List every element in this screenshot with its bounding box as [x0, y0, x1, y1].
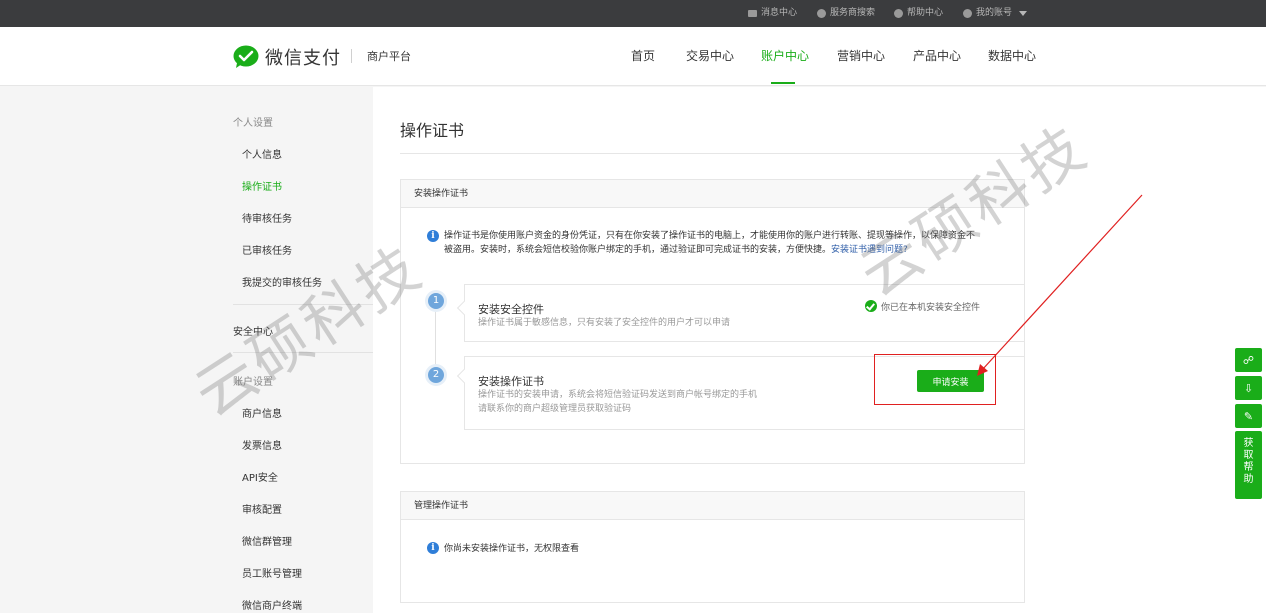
service-search-link[interactable]: 服务商搜索: [817, 0, 875, 27]
sidebar-item-pending-review[interactable]: 待审核任务: [242, 210, 292, 225]
sidebar-item-review-config[interactable]: 审核配置: [242, 501, 282, 516]
info-icon: i: [427, 542, 439, 554]
get-help-char: 取: [1243, 450, 1254, 461]
logo-text: 微信支付: [265, 48, 341, 69]
install-notice-line1: 操作证书是你使用账户资金的身份凭证，只有在你安装了操作证书的电脑上，才能使用你的…: [444, 231, 976, 241]
user-icon: [963, 9, 972, 18]
step-2-desc-line2: 请联系你的商户超级管理员获取验证码: [478, 404, 632, 414]
get-help-char: 获: [1243, 438, 1254, 449]
install-notice-line2-text: 被盗用。安装时，系统会短信校验你账户绑定的手机，通过验证即可完成证书的安装，方便…: [444, 245, 832, 255]
install-cert-card-title: 安装操作证书: [401, 180, 1024, 208]
message-center-link[interactable]: 消息中心: [748, 0, 797, 27]
sidebar-group-account: 账户设置: [233, 377, 273, 388]
sidebar-item-operation-cert[interactable]: 操作证书: [242, 178, 282, 193]
step-1-box: 安装安全控件 操作证书属于敏感信息，只有安装了安全控件的用户才可以申请 你已在本…: [456, 284, 1025, 342]
top-bar: 消息中心 服务商搜索 帮助中心 我的账号: [0, 0, 1266, 27]
sidebar-item-staff-accounts[interactable]: 员工账号管理: [242, 565, 302, 580]
sidebar-item-merchant-info[interactable]: 商户信息: [242, 405, 282, 420]
sidebar-item-invoice-info[interactable]: 发票信息: [242, 437, 282, 452]
edit-icon[interactable]: ✎: [1235, 404, 1262, 428]
check-circle-icon: [865, 300, 877, 312]
message-center-label: 消息中心: [761, 8, 798, 18]
nav-home[interactable]: 首页: [631, 47, 655, 64]
nav-active-underline: [771, 82, 795, 84]
sidebar-divider: [233, 304, 373, 305]
globe-icon: [817, 9, 826, 18]
sidebar-item-security-center[interactable]: 安全中心: [233, 323, 273, 338]
link-icon[interactable]: ☍: [1235, 348, 1262, 372]
my-account-menu[interactable]: 我的账号: [963, 0, 1028, 27]
nav-product-center[interactable]: 产品中心: [913, 47, 961, 64]
mail-icon: [748, 10, 757, 17]
get-help-char: 帮: [1243, 462, 1254, 473]
step-1-status: 你已在本机安装安全控件: [881, 303, 981, 313]
info-icon: i: [427, 230, 439, 242]
help-center-label: 帮助中心: [907, 8, 944, 18]
step-2-desc-line1: 操作证书的安装申请，系统会将短信验证码发送到商户帐号绑定的手机: [478, 390, 758, 400]
steps-connector: [435, 310, 436, 366]
get-help-char: 助: [1243, 474, 1254, 485]
nav-marketing-center[interactable]: 营销中心: [837, 47, 885, 64]
install-help-link[interactable]: 安装证书遇到问题?: [831, 245, 908, 255]
step-2-title: 安装操作证书: [478, 375, 544, 388]
sidebar-item-my-submitted[interactable]: 我提交的审核任务: [242, 274, 322, 289]
title-divider: [400, 153, 1025, 154]
sidebar-group-personal: 个人设置: [233, 118, 273, 129]
sidebar-item-reviewed[interactable]: 已审核任务: [242, 242, 292, 257]
sidebar-item-personal-info[interactable]: 个人信息: [242, 146, 282, 161]
get-help-button[interactable]: 获 取 帮 助: [1235, 431, 1262, 499]
caret-down-icon: [1019, 11, 1028, 16]
sidebar-divider: [233, 352, 373, 353]
install-notice-line2: 被盗用。安装时，系统会短信校验你账户绑定的手机，通过验证即可完成证书的安装，方便…: [444, 243, 999, 257]
wechat-pay-logo[interactable]: 微信支付: [233, 44, 341, 70]
manage-notice: 你尚未安装操作证书，无权限查看: [444, 544, 580, 554]
annotation-highlight-box: [874, 354, 996, 405]
step-1-number: 1: [428, 293, 444, 309]
step-1-desc: 操作证书属于敏感信息，只有安装了安全控件的用户才可以申请: [478, 318, 731, 328]
manage-cert-card-title: 管理操作证书: [401, 492, 1024, 520]
help-center-link[interactable]: 帮助中心: [894, 0, 943, 27]
nav-data-center[interactable]: 数据中心: [988, 47, 1036, 64]
logo-divider: [351, 49, 352, 63]
nav-trade-center[interactable]: 交易中心: [686, 47, 734, 64]
service-search-label: 服务商搜索: [830, 8, 876, 18]
sidebar: [0, 87, 373, 613]
page-title: 操作证书: [400, 121, 465, 140]
download-icon[interactable]: ⇩: [1235, 376, 1262, 400]
step-2-number: 2: [428, 367, 444, 383]
step-1-title: 安装安全控件: [478, 303, 544, 316]
install-notice: 操作证书是你使用账户资金的身份凭证，只有在你安装了操作证书的电脑上，才能使用你的…: [444, 229, 999, 257]
platform-label: 商户平台: [367, 50, 411, 63]
sidebar-item-wechat-group[interactable]: 微信群管理: [242, 533, 292, 548]
my-account-label: 我的账号: [976, 8, 1013, 18]
nav-account-center[interactable]: 账户中心: [761, 47, 809, 64]
wechat-pay-logo-icon: [233, 45, 259, 68]
question-icon: [894, 9, 903, 18]
sidebar-item-api-security[interactable]: API安全: [242, 469, 278, 484]
header: 微信支付 商户平台 首页 交易中心 账户中心 营销中心 产品中心 数据中心: [0, 27, 1266, 86]
sidebar-item-merchant-terminal[interactable]: 微信商户终端: [242, 597, 302, 612]
